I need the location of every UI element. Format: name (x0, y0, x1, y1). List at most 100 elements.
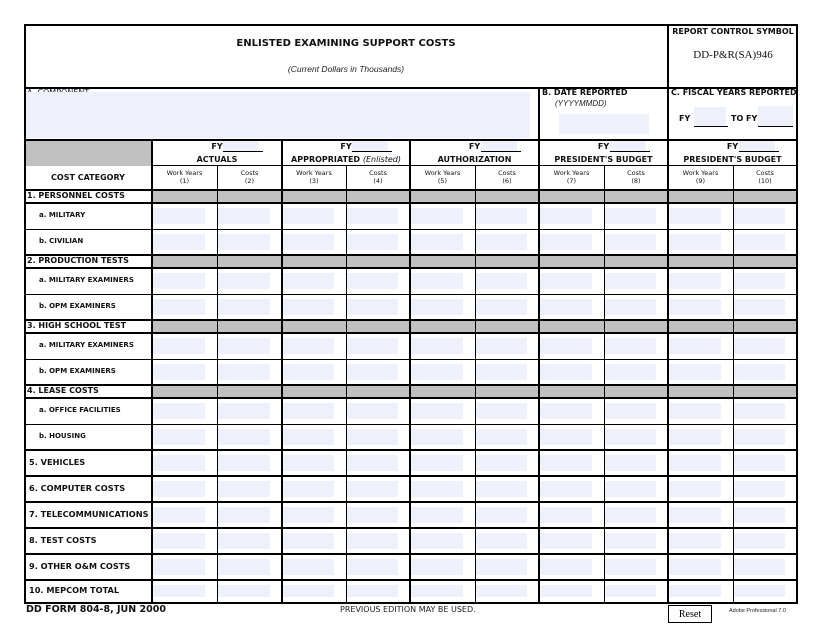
cost-input[interactable] (218, 507, 270, 523)
cost-input[interactable] (734, 507, 786, 523)
cost-input[interactable] (411, 429, 463, 445)
cost-input[interactable] (734, 273, 786, 289)
cost-input[interactable] (669, 507, 721, 523)
cost-input[interactable] (218, 455, 270, 471)
cost-input[interactable] (734, 429, 786, 445)
cost-input[interactable] (540, 273, 592, 289)
cost-input[interactable] (218, 364, 270, 380)
cost-input[interactable] (605, 481, 657, 497)
cost-input[interactable] (669, 559, 721, 575)
cost-input[interactable] (540, 234, 592, 250)
cost-input[interactable] (605, 507, 657, 523)
reset-button[interactable]: Reset (668, 605, 712, 623)
cost-input[interactable] (218, 559, 270, 575)
cost-input[interactable] (283, 273, 335, 289)
cost-input[interactable] (669, 208, 721, 224)
cost-input[interactable] (218, 429, 270, 445)
cost-input[interactable] (283, 533, 335, 549)
cost-input[interactable] (540, 559, 592, 575)
fy-to-field[interactable] (758, 106, 793, 126)
cost-input[interactable] (605, 208, 657, 224)
cost-input[interactable] (540, 403, 592, 419)
cost-input[interactable] (734, 208, 786, 224)
cost-input[interactable] (476, 585, 528, 597)
cost-input[interactable] (218, 585, 270, 597)
cost-input[interactable] (347, 507, 399, 523)
cost-input[interactable] (153, 585, 205, 597)
cost-input[interactable] (411, 273, 463, 289)
cost-input[interactable] (153, 507, 205, 523)
cost-input[interactable] (153, 559, 205, 575)
cost-input[interactable] (734, 338, 786, 354)
cost-input[interactable] (218, 299, 270, 315)
cost-input[interactable] (540, 208, 592, 224)
cost-input[interactable] (347, 559, 399, 575)
group-fy-field[interactable] (609, 140, 646, 151)
cost-input[interactable] (411, 403, 463, 419)
cost-input[interactable] (153, 481, 205, 497)
cost-input[interactable] (605, 559, 657, 575)
cost-input[interactable] (153, 364, 205, 380)
cost-input[interactable] (734, 559, 786, 575)
cost-input[interactable] (540, 299, 592, 315)
cost-input[interactable] (347, 208, 399, 224)
cost-input[interactable] (669, 533, 721, 549)
cost-input[interactable] (605, 455, 657, 471)
cost-input[interactable] (347, 234, 399, 250)
date-reported-field[interactable] (559, 114, 649, 134)
cost-input[interactable] (476, 299, 528, 315)
cost-input[interactable] (669, 429, 721, 445)
cost-input[interactable] (476, 507, 528, 523)
cost-input[interactable] (476, 455, 528, 471)
cost-input[interactable] (669, 338, 721, 354)
cost-input[interactable] (669, 481, 721, 497)
cost-input[interactable] (283, 481, 335, 497)
cost-input[interactable] (153, 455, 205, 471)
cost-input[interactable] (669, 364, 721, 380)
cost-input[interactable] (540, 481, 592, 497)
cost-input[interactable] (283, 429, 335, 445)
cost-input[interactable] (669, 234, 721, 250)
cost-input[interactable] (218, 273, 270, 289)
cost-input[interactable] (218, 208, 270, 224)
cost-input[interactable] (734, 299, 786, 315)
cost-input[interactable] (605, 533, 657, 549)
cost-input[interactable] (347, 338, 399, 354)
cost-input[interactable] (540, 533, 592, 549)
cost-input[interactable] (218, 234, 270, 250)
fy-from-field[interactable] (694, 107, 726, 126)
cost-input[interactable] (734, 455, 786, 471)
cost-input[interactable] (411, 338, 463, 354)
cost-input[interactable] (605, 585, 657, 597)
cost-input[interactable] (605, 234, 657, 250)
cost-input[interactable] (605, 364, 657, 380)
cost-input[interactable] (347, 585, 399, 597)
cost-input[interactable] (283, 364, 335, 380)
cost-input[interactable] (411, 234, 463, 250)
cost-input[interactable] (153, 533, 205, 549)
cost-input[interactable] (218, 481, 270, 497)
component-field[interactable] (26, 92, 530, 138)
cost-input[interactable] (283, 299, 335, 315)
cost-input[interactable] (283, 455, 335, 471)
cost-input[interactable] (411, 559, 463, 575)
cost-input[interactable] (669, 403, 721, 419)
cost-input[interactable] (411, 299, 463, 315)
cost-input[interactable] (476, 559, 528, 575)
cost-input[interactable] (347, 481, 399, 497)
cost-input[interactable] (218, 403, 270, 419)
cost-input[interactable] (347, 455, 399, 471)
cost-input[interactable] (218, 338, 270, 354)
cost-input[interactable] (347, 299, 399, 315)
cost-input[interactable] (283, 234, 335, 250)
cost-input[interactable] (476, 208, 528, 224)
cost-input[interactable] (153, 273, 205, 289)
cost-input[interactable] (411, 208, 463, 224)
cost-input[interactable] (283, 559, 335, 575)
cost-input[interactable] (669, 585, 721, 597)
cost-input[interactable] (540, 429, 592, 445)
cost-input[interactable] (476, 273, 528, 289)
cost-input[interactable] (734, 481, 786, 497)
cost-input[interactable] (347, 533, 399, 549)
cost-input[interactable] (476, 234, 528, 250)
